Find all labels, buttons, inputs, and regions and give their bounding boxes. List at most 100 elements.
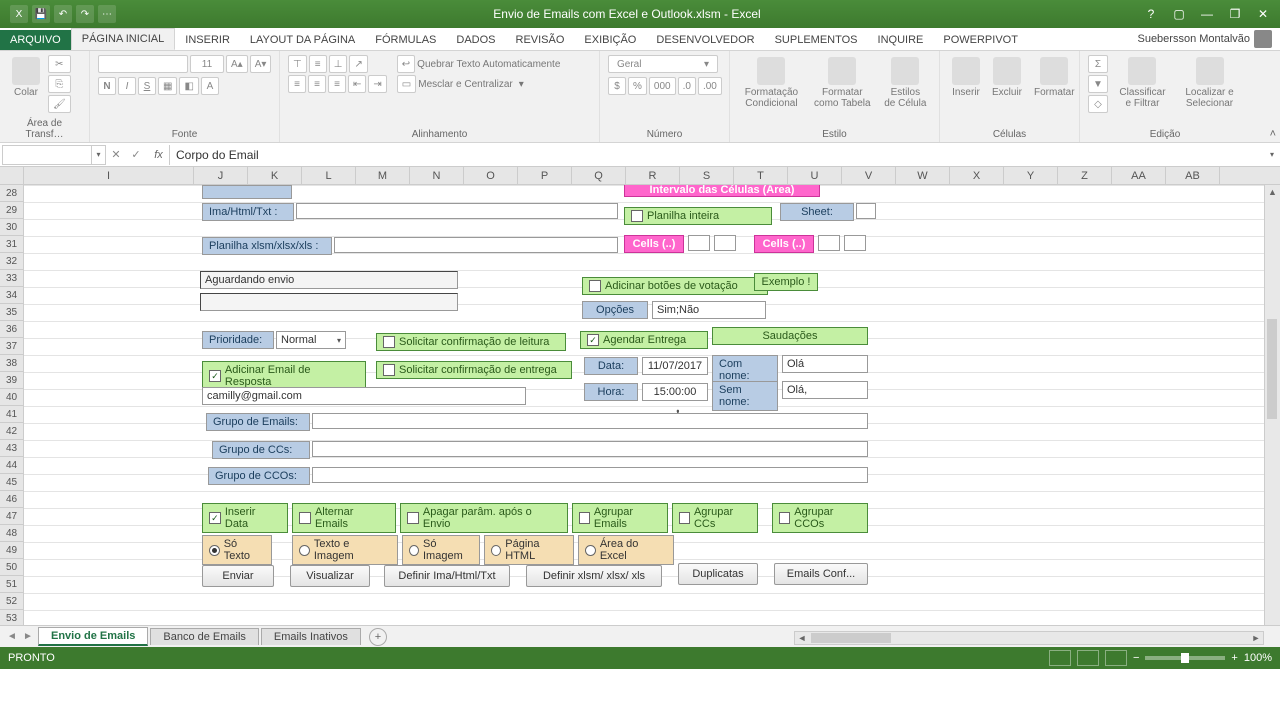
row-header[interactable]: 42 (0, 423, 23, 440)
hora-input[interactable]: 15:00:00 (642, 383, 708, 401)
cut-icon[interactable]: ✂ (48, 55, 71, 73)
tab-addins[interactable]: SUPLEMENTOS (765, 30, 868, 50)
sort-filter-button[interactable]: Classificar e Filtrar (1112, 55, 1173, 111)
emails-conf-button[interactable]: Emails Conf... (774, 563, 868, 585)
formula-enter-icon[interactable]: ✓ (126, 145, 146, 165)
row-header[interactable]: 34 (0, 287, 23, 304)
conditional-formatting-button[interactable]: Formatação Condicional (738, 55, 805, 111)
number-format-dropdown[interactable]: Geral▾ (608, 55, 718, 73)
grupo-emails-input[interactable] (312, 413, 868, 429)
align-bottom-icon[interactable]: ⊥ (329, 55, 348, 73)
align-middle-icon[interactable]: ≡ (309, 55, 327, 73)
font-size[interactable]: 11 (190, 55, 224, 73)
undo-icon[interactable]: ↶ (54, 5, 72, 23)
row-header[interactable]: 38 (0, 355, 23, 372)
fx-icon[interactable]: fx (148, 145, 170, 165)
tab-insert[interactable]: INSERIR (175, 30, 240, 50)
scroll-thumb[interactable] (1267, 319, 1277, 419)
restore-icon[interactable]: ❐ (1222, 5, 1248, 23)
sheet-tab-banco[interactable]: Banco de Emails (150, 628, 259, 645)
tab-data[interactable]: DADOS (446, 30, 505, 50)
file-tab[interactable]: ARQUIVO (0, 30, 71, 50)
borders-icon[interactable]: ▦ (158, 77, 177, 95)
decrease-font-icon[interactable]: A▾ (250, 55, 272, 73)
vertical-scrollbar[interactable]: ▲ ▼ (1264, 185, 1280, 640)
format-as-table-button[interactable]: Formatar como Tabela (809, 55, 876, 111)
insert-cells-button[interactable]: Inserir (948, 55, 984, 100)
cells-area[interactable]: Intervalo das Células (Área) Ima/Html/Tx… (24, 185, 1280, 625)
save-icon[interactable]: 💾 (32, 5, 50, 23)
sheet-nav-prev-icon[interactable]: ◄ (4, 631, 20, 642)
row-header[interactable]: 31 (0, 236, 23, 253)
column-header[interactable]: Q (572, 167, 626, 184)
column-header[interactable]: W (896, 167, 950, 184)
paste-button[interactable]: Colar (8, 55, 44, 100)
bold-button[interactable]: N (98, 77, 116, 95)
prioridade-dropdown[interactable]: Normal (276, 331, 346, 349)
column-header[interactable]: Y (1004, 167, 1058, 184)
row-header[interactable]: 37 (0, 338, 23, 355)
planilha-xlsm-input[interactable] (334, 237, 618, 253)
decrease-decimal-icon[interactable]: .00 (698, 77, 722, 95)
format-cells-button[interactable]: Formatar (1030, 55, 1079, 100)
italic-button[interactable]: I (118, 77, 136, 95)
column-header[interactable]: P (518, 167, 572, 184)
solicitar-entrega-checkbox[interactable]: Solicitar confirmação de entrega (376, 361, 572, 379)
copy-icon[interactable]: ⎘ (48, 75, 71, 93)
row-header[interactable]: 47 (0, 508, 23, 525)
normal-view-icon[interactable] (1049, 650, 1071, 666)
pagina-html-radio[interactable]: Página HTML (484, 535, 574, 565)
definir-ima-button[interactable]: Definir Ima/Html/Txt (384, 565, 510, 587)
zoom-out-icon[interactable]: − (1133, 652, 1139, 664)
row-header[interactable]: 48 (0, 525, 23, 542)
tab-review[interactable]: REVISÃO (506, 30, 575, 50)
row-header[interactable]: 35 (0, 304, 23, 321)
qat-btn[interactable]: ⋯ (98, 5, 116, 23)
row-header[interactable]: 41 (0, 406, 23, 423)
wrap-text-icon[interactable]: ↩ (397, 55, 415, 73)
zoom-in-icon[interactable]: + (1231, 652, 1237, 664)
fill-icon[interactable]: ▼ (1088, 75, 1108, 93)
sem-nome-input[interactable]: Olá, (782, 381, 868, 399)
font-name[interactable] (98, 55, 188, 73)
column-header[interactable]: J (194, 167, 248, 184)
zoom-slider[interactable] (1145, 656, 1225, 660)
row-header[interactable]: 49 (0, 542, 23, 559)
cells2-input-a[interactable] (818, 235, 840, 251)
increase-decimal-icon[interactable]: .0 (678, 77, 696, 95)
row-header[interactable]: 52 (0, 593, 23, 610)
delete-cells-button[interactable]: Excluir (988, 55, 1026, 100)
underline-button[interactable]: S (138, 77, 156, 95)
redo-icon[interactable]: ↷ (76, 5, 94, 23)
column-header[interactable]: X (950, 167, 1004, 184)
row-header[interactable]: 53 (0, 610, 23, 625)
cell-styles-button[interactable]: Estilos de Célula (880, 55, 931, 111)
select-all-corner[interactable] (0, 167, 24, 184)
column-header[interactable]: L (302, 167, 356, 184)
row-header[interactable]: 40 (0, 389, 23, 406)
sheet-nav-next-icon[interactable]: ► (20, 631, 36, 642)
add-sheet-button[interactable]: + (369, 628, 387, 646)
font-color-icon[interactable]: A (201, 77, 219, 95)
page-break-view-icon[interactable] (1105, 650, 1127, 666)
com-nome-input[interactable]: Olá (782, 355, 868, 373)
data-input[interactable]: 11/07/2017 (642, 357, 708, 375)
enviar-button[interactable]: Enviar (202, 565, 274, 587)
tab-powerpivot[interactable]: POWERPIVOT (933, 30, 1028, 50)
fill-color-icon[interactable]: ◧ (179, 77, 198, 95)
inserir-data-checkbox[interactable]: ✓Inserir Data (202, 503, 288, 533)
merge-icon[interactable]: ▭ (397, 75, 416, 93)
comma-icon[interactable]: 000 (649, 77, 676, 95)
opcoes-input[interactable]: Sim;Não (652, 301, 766, 319)
find-select-button[interactable]: Localizar e Selecionar (1177, 55, 1242, 111)
indent-dec-icon[interactable]: ⇤ (348, 75, 366, 93)
hscroll-thumb[interactable] (811, 633, 891, 643)
row-header[interactable]: 39 (0, 372, 23, 389)
close-icon[interactable]: ✕ (1250, 5, 1276, 23)
column-header[interactable]: T (734, 167, 788, 184)
tab-home[interactable]: PÁGINA INICIAL (71, 28, 176, 50)
column-header[interactable]: R (626, 167, 680, 184)
increase-font-icon[interactable]: A▴ (226, 55, 248, 73)
column-header[interactable]: U (788, 167, 842, 184)
sheet-tab-envio[interactable]: Envio de Emails (38, 627, 148, 646)
